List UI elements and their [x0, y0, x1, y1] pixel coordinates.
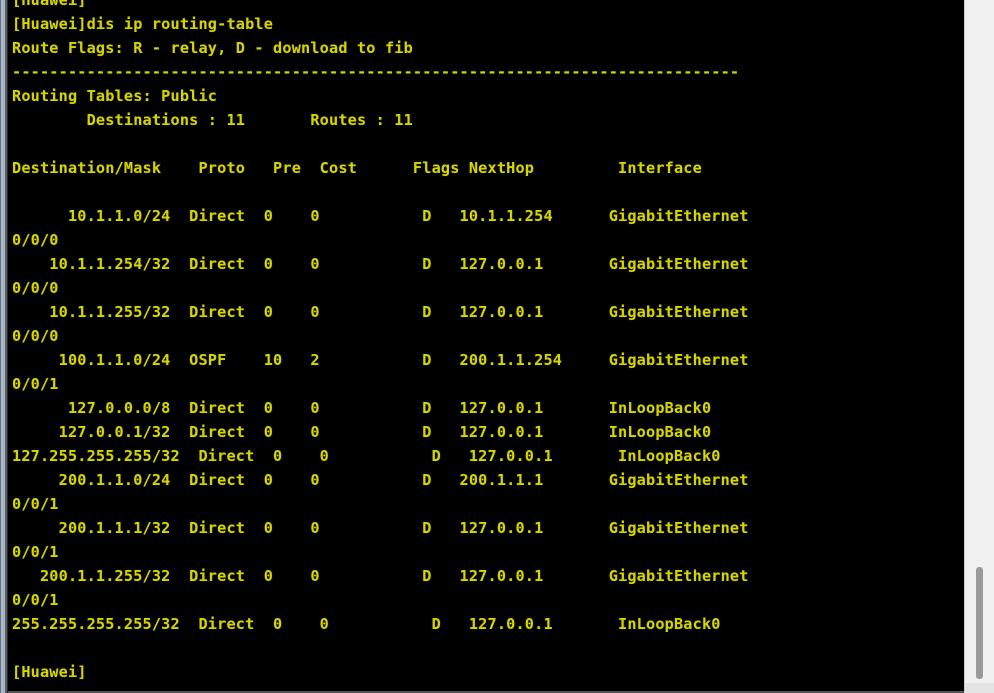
routing-table-row: 127.0.0.0/8 Direct 0 0 D 127.0.0.1 InLoo… [12, 399, 712, 417]
routing-table-row-wrap: 0/0/0 [12, 279, 59, 297]
routing-table-row-wrap: 0/0/1 [12, 591, 59, 609]
routing-table-row-wrap: 0/0/1 [12, 495, 59, 513]
scrollbar-bottom-cap [965, 683, 994, 693]
terminal-window: [Huawei] [Huawei]dis ip routing-table Ro… [0, 0, 994, 693]
routing-table-row: 200.1.1.255/32 Direct 0 0 D 127.0.0.1 Gi… [12, 567, 749, 585]
terminal-route-flags-line: Route Flags: R - relay, D - download to … [12, 39, 413, 57]
vertical-scrollbar[interactable] [964, 0, 994, 693]
window-left-border [0, 0, 8, 693]
routing-table-row: 200.1.1.0/24 Direct 0 0 D 200.1.1.1 Giga… [12, 471, 749, 489]
routing-table-row-wrap: 0/0/1 [12, 375, 59, 393]
terminal-table-header: Destination/Mask Proto Pre Cost Flags Ne… [12, 159, 702, 177]
terminal-blank-line-2 [12, 180, 964, 204]
routing-table-row: 10.1.1.254/32 Direct 0 0 D 127.0.0.1 Gig… [12, 255, 749, 273]
routing-table-row: 255.255.255.255/32 Direct 0 0 D 127.0.0.… [12, 615, 721, 633]
terminal-routing-tables-label: Routing Tables: Public [12, 87, 218, 105]
terminal-output: [Huawei] [Huawei]dis ip routing-table Ro… [12, 0, 964, 684]
terminal-blank-line-3 [12, 636, 964, 660]
routing-table-row: 127.255.255.255/32 Direct 0 0 D 127.0.0.… [12, 447, 721, 465]
terminal-summary-line: Destinations : 11 Routes : 11 [12, 111, 413, 129]
terminal-separator: ----------------------------------------… [12, 63, 740, 81]
terminal-command-line: [Huawei]dis ip routing-table [12, 15, 274, 33]
terminal-line-partial-top: [Huawei] [12, 0, 87, 9]
routing-table-row-wrap: 0/0/0 [12, 327, 59, 345]
terminal-console[interactable]: [Huawei] [Huawei]dis ip routing-table Ro… [8, 0, 964, 693]
terminal-blank-line-1 [12, 132, 964, 156]
terminal-final-prompt: [Huawei] [12, 663, 87, 681]
routing-table-row-wrap: 0/0/0 [12, 231, 59, 249]
routing-table-row: 100.1.1.0/24 OSPF 10 2 D 200.1.1.254 Gig… [12, 351, 749, 369]
routing-table-row-wrap: 0/0/1 [12, 543, 59, 561]
scrollbar-thumb[interactable] [976, 567, 983, 679]
routing-table-row: 127.0.0.1/32 Direct 0 0 D 127.0.0.1 InLo… [12, 423, 712, 441]
routing-table-row: 10.1.1.255/32 Direct 0 0 D 127.0.0.1 Gig… [12, 303, 749, 321]
routing-table-row: 200.1.1.1/32 Direct 0 0 D 127.0.0.1 Giga… [12, 519, 749, 537]
routing-table-rows: 10.1.1.0/24 Direct 0 0 D 10.1.1.254 Giga… [12, 204, 964, 636]
routing-table-row: 10.1.1.0/24 Direct 0 0 D 10.1.1.254 Giga… [12, 207, 749, 225]
